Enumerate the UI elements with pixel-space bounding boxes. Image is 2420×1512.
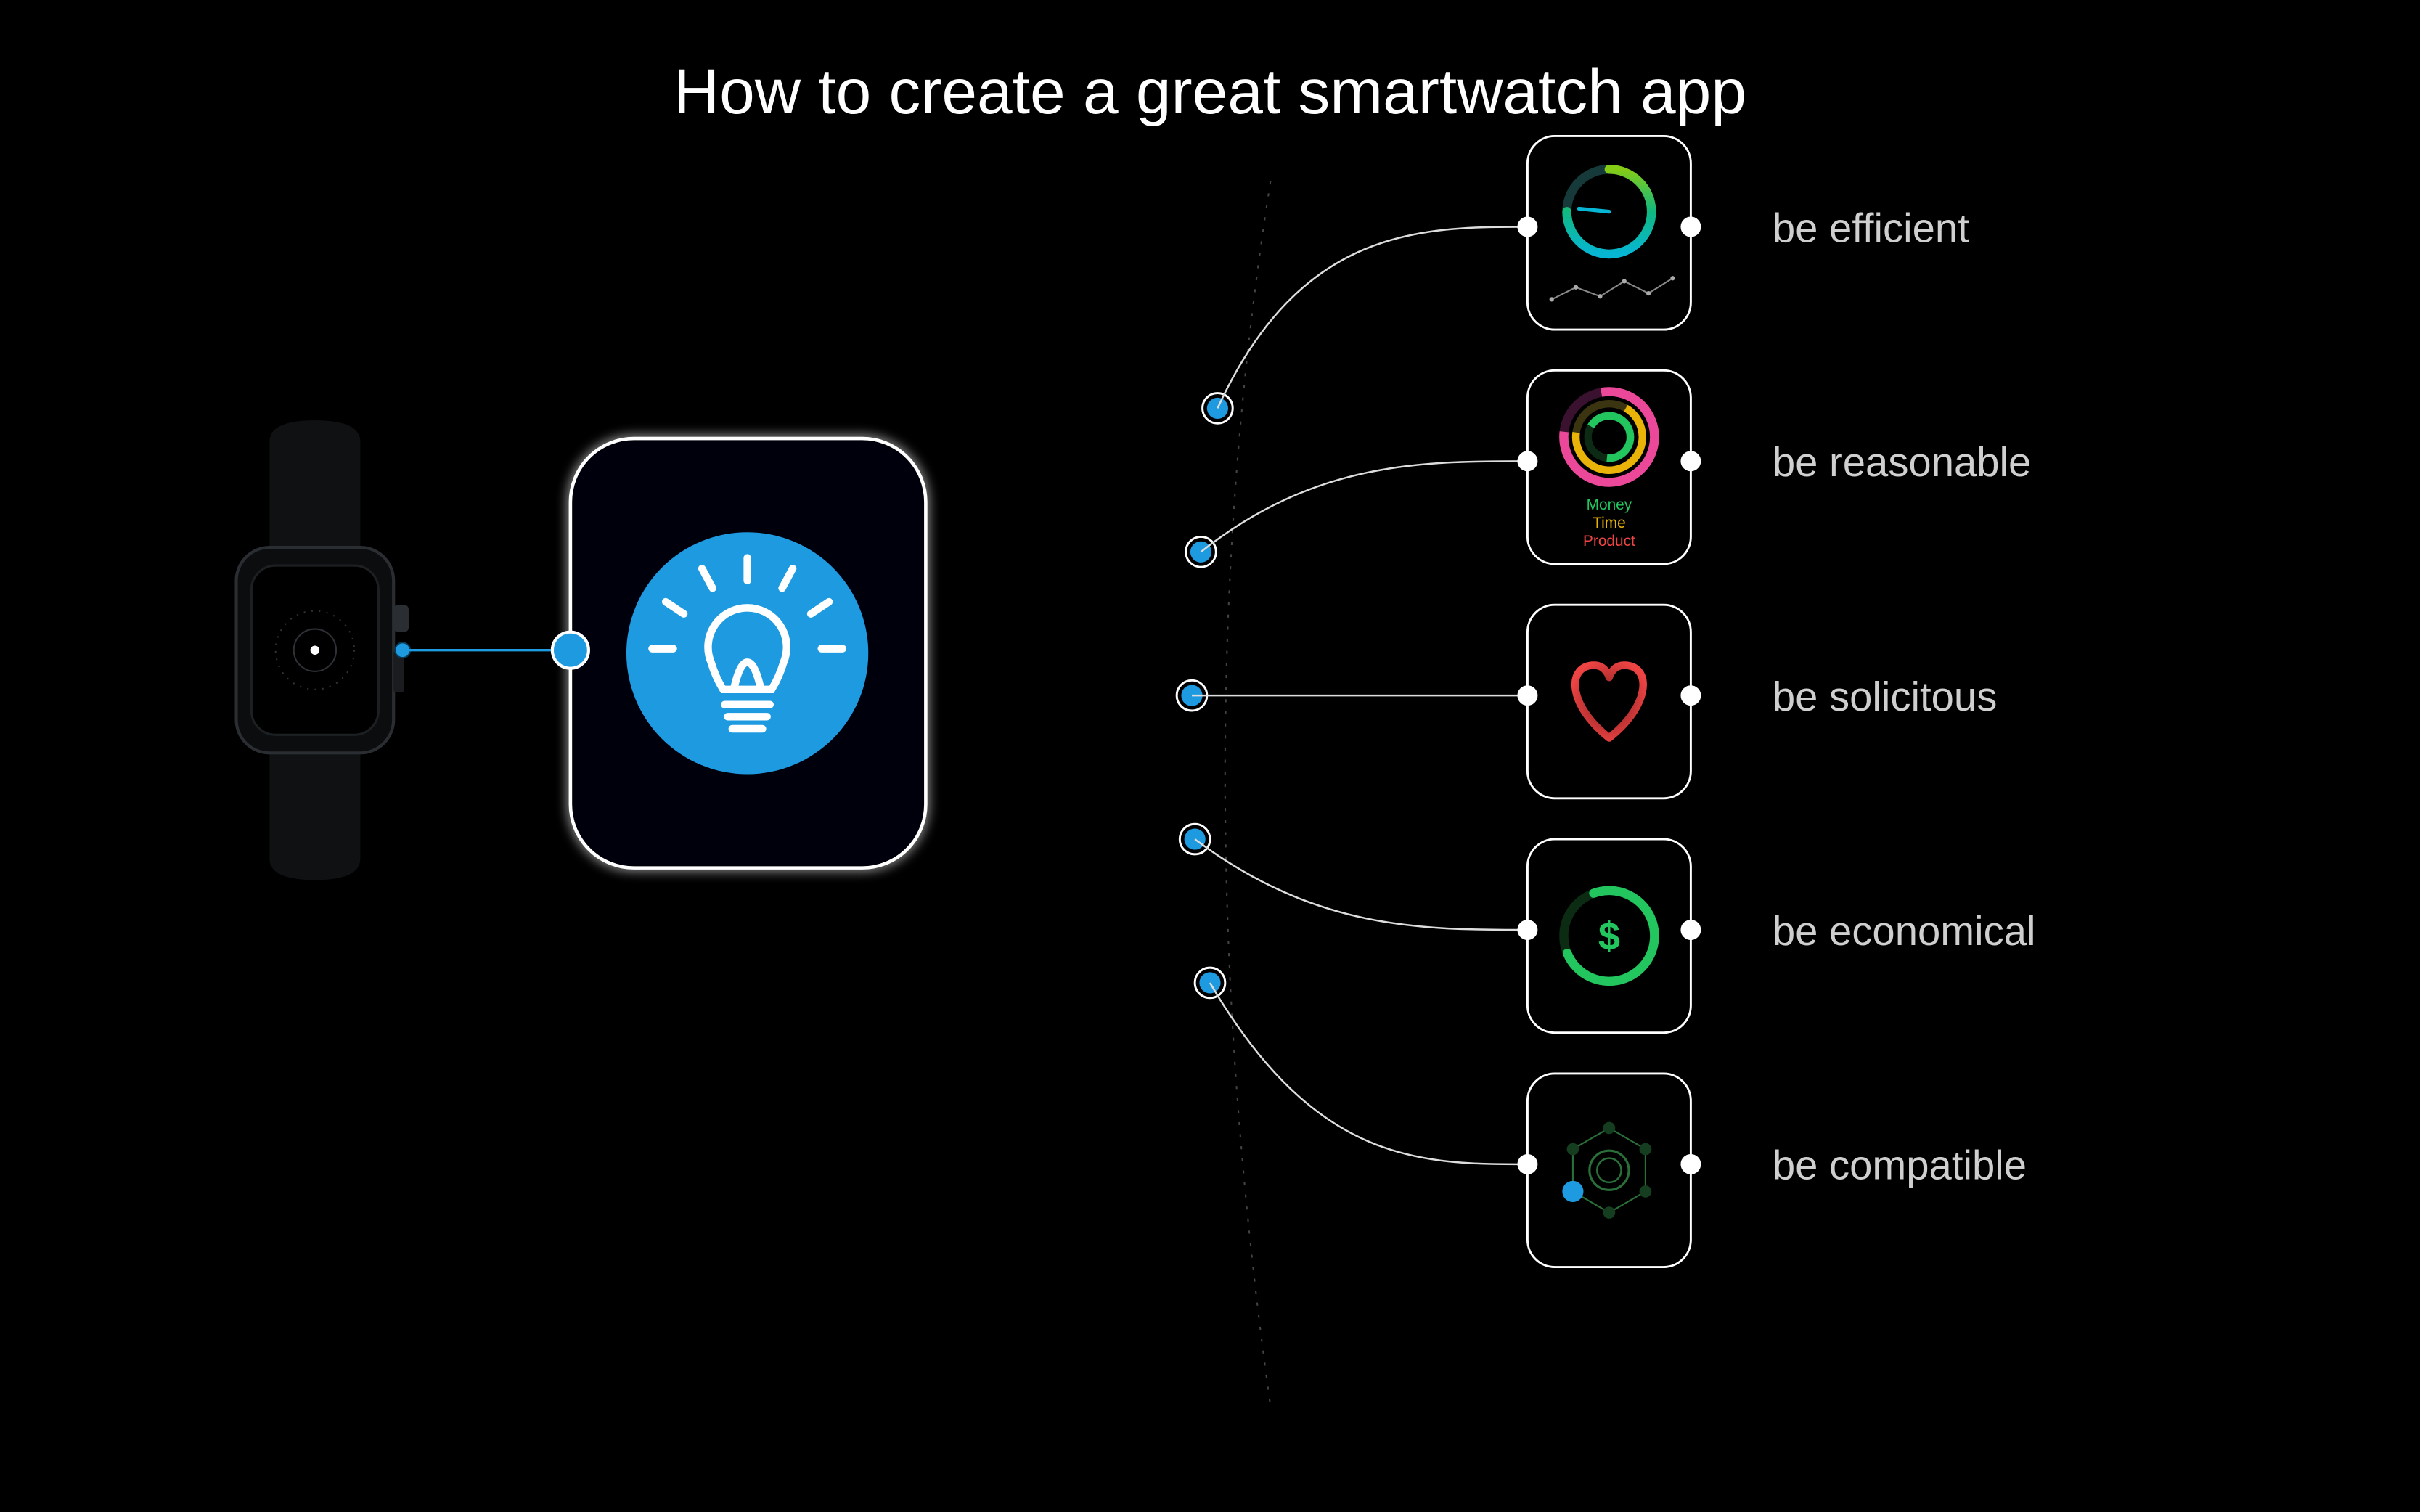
- tile-compatible: [1518, 1074, 1700, 1267]
- legend-money: Money: [1587, 496, 1632, 513]
- watch-silhouette: [237, 420, 411, 880]
- tile-solicitous-label: be solicitous: [1773, 674, 1997, 719]
- tile-efficient-label: be efficient: [1773, 205, 1969, 250]
- connectors: [1192, 226, 1527, 1164]
- tile-economical-label: be economical: [1773, 908, 2036, 954]
- legend-product: Product: [1583, 533, 1635, 549]
- tile-efficient: [1518, 136, 1700, 330]
- tile-solicitous: [1518, 605, 1700, 798]
- arc-guide: [1225, 181, 1270, 1406]
- lightbulb-icon: [626, 532, 868, 774]
- tile-reasonable: Money Time Product: [1518, 370, 1700, 564]
- tile-compatible-label: be compatible: [1773, 1143, 2027, 1188]
- legend-time: Time: [1593, 515, 1626, 531]
- svg-text:$: $: [1598, 915, 1620, 958]
- tile-reasonable-label: be reasonable: [1773, 439, 2031, 485]
- tile-economical: $: [1518, 839, 1700, 1033]
- idea-tile: [552, 438, 926, 868]
- diagram-canvas: How to create a great smartwatch app: [0, 0, 2420, 1512]
- page-title: How to create a great smartwatch app: [674, 56, 1746, 127]
